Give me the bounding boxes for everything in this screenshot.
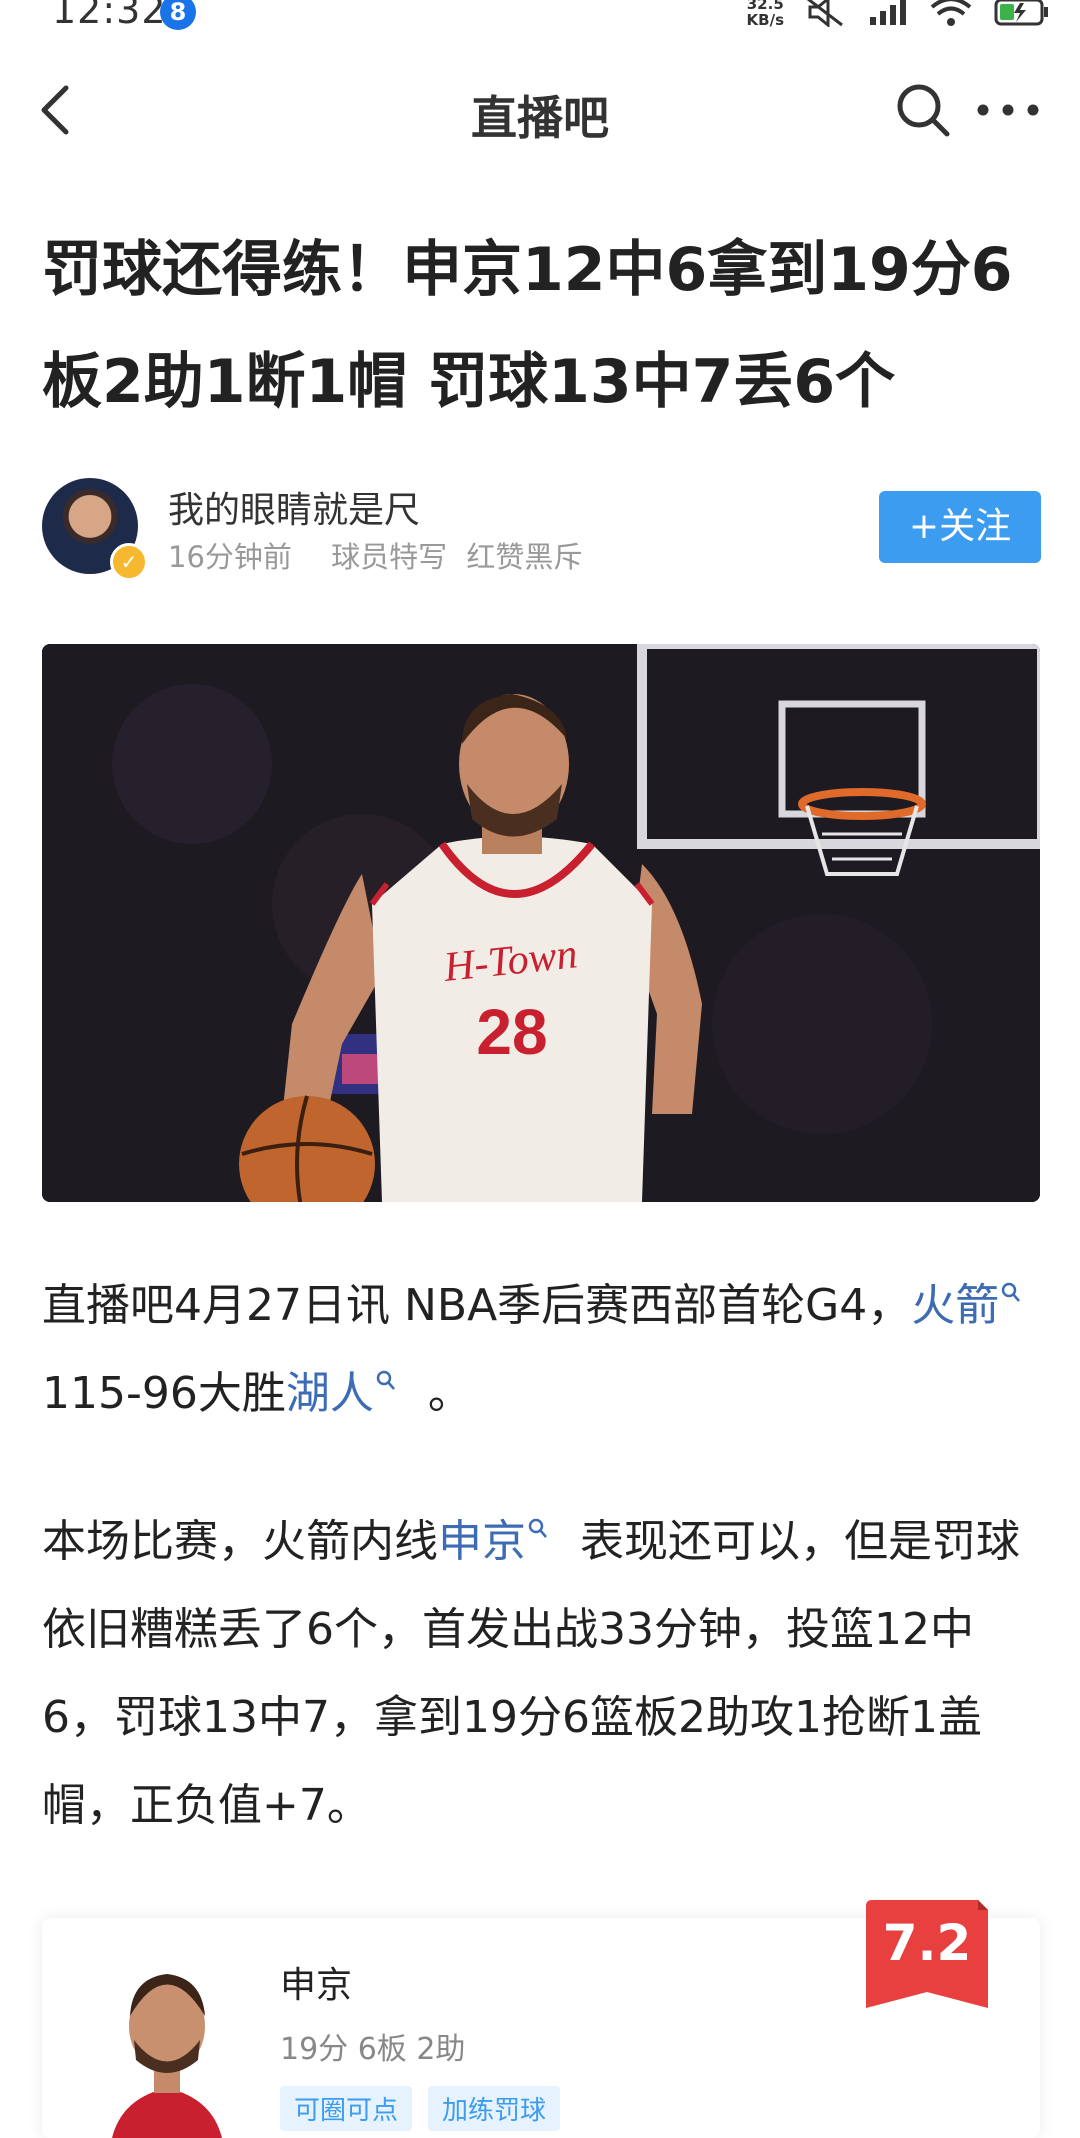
jersey-number: 28 xyxy=(476,996,547,1068)
signal-icon xyxy=(870,0,906,25)
notification-badge: 8 xyxy=(160,0,196,30)
article-tag[interactable]: 球员特写 xyxy=(331,540,447,574)
author-name[interactable]: 我的眼睛就是尺 xyxy=(168,481,420,533)
team-link-lakers[interactable]: 湖人 xyxy=(286,1368,374,1419)
player-stats: 19分 6板 2助 xyxy=(280,2032,466,2067)
network-speed: 32.5 KB/s xyxy=(747,0,784,28)
player-link-sengun[interactable]: 申京 xyxy=(438,1516,526,1567)
article-hero-image[interactable]: H-Town 28 xyxy=(42,644,1040,1202)
more-icon[interactable] xyxy=(973,88,1043,132)
publish-time: 16分钟前 xyxy=(168,540,292,574)
article-tag[interactable]: 红赞黑斥 xyxy=(466,540,582,574)
article-headline: 罚球还得练！申京12中6拿到19分6板2助1断1帽 罚球13中7丢6个 xyxy=(42,235,1013,417)
nav-bar: 直播吧 xyxy=(0,60,1080,160)
article-paragraph: 本场比赛，火箭内线申京 表现还可以，但是罚球依旧糟糕丢了6个，首发出战33分钟，… xyxy=(42,1516,1020,1831)
search-icon[interactable] xyxy=(893,80,953,140)
mute-icon xyxy=(807,0,843,27)
wifi-icon xyxy=(930,0,972,26)
rating-score: 7.2 xyxy=(882,1914,972,1972)
search-link-icon[interactable] xyxy=(528,1518,548,1540)
rating-badge: 7.2 xyxy=(866,1900,988,2008)
status-icons: 32.5 KB/s xyxy=(747,0,1050,28)
article-paragraph: 直播吧4月27日讯 NBA季后赛西部首轮G4，火箭 115-96大胜湖人 。 xyxy=(42,1262,1042,1438)
author-meta: 16分钟前 球员特写 红赞黑斥 xyxy=(168,534,592,576)
player-name: 申京 xyxy=(280,1965,353,2006)
search-link-icon[interactable] xyxy=(376,1370,396,1392)
player-photo: H-Town 28 xyxy=(42,644,1040,1202)
team-link-rockets[interactable]: 火箭 xyxy=(911,1280,999,1331)
battery-icon xyxy=(994,0,1048,26)
follow-button[interactable]: +关注 xyxy=(879,491,1041,563)
status-time: 12:32 xyxy=(52,0,167,32)
network-speed-unit: KB/s xyxy=(746,11,784,29)
player-tags: 可圈可点 加练罚球 xyxy=(280,2086,561,2131)
player-headshot xyxy=(112,1974,222,2138)
status-bar: 12:32 8 32.5 KB/s xyxy=(0,0,1080,40)
player-tag[interactable]: 可圈可点 xyxy=(280,2086,413,2131)
player-tag[interactable]: 加练罚球 xyxy=(428,2086,561,2131)
verified-badge-icon: ✓ xyxy=(110,543,148,581)
search-link-icon[interactable] xyxy=(1001,1282,1021,1304)
